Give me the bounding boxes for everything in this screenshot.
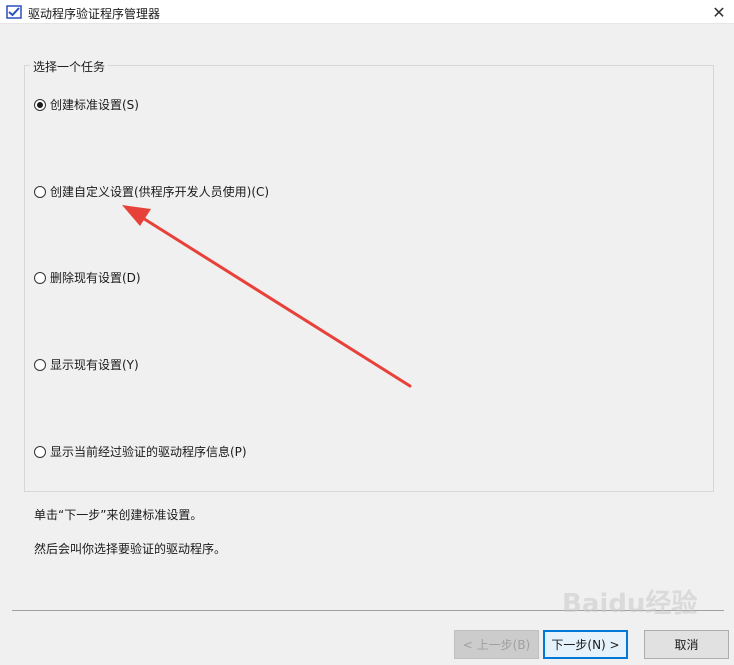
description-line-2: 然后会叫你选择要验证的驱动程序。 [34, 542, 227, 556]
option-create-custom[interactable]: 创建自定义设置(供程序开发人员使用)(C) [34, 183, 269, 200]
close-button[interactable]: ✕ [704, 0, 734, 24]
option-label: 显示当前经过验证的驱动程序信息(P) [50, 445, 247, 459]
window-title: 驱动程序验证程序管理器 [28, 7, 161, 21]
cancel-button[interactable]: 取消 [644, 630, 729, 659]
back-button[interactable]: < 上一步(B) [454, 630, 539, 659]
option-delete-existing[interactable]: 删除现有设置(D) [34, 269, 141, 286]
radio-button[interactable] [34, 271, 46, 284]
description-line-1: 单击“下一步”来创建标准设置。 [34, 508, 203, 522]
title-bar: 驱动程序验证程序管理器 ✕ [0, 0, 734, 24]
close-icon: ✕ [712, 2, 726, 22]
option-display-existing[interactable]: 显示现有设置(Y) [34, 356, 139, 373]
option-label: 创建自定义设置(供程序开发人员使用)(C) [50, 185, 270, 199]
option-label: 创建标准设置(S) [50, 98, 139, 112]
baidu-watermark: Baidu经验 [562, 589, 698, 619]
option-create-standard[interactable]: 创建标准设置(S) [34, 96, 139, 113]
option-label: 显示现有设置(Y) [50, 358, 139, 372]
radio-button[interactable] [34, 185, 46, 198]
radio-button-selected[interactable] [34, 98, 46, 111]
option-display-verified-drivers[interactable]: 显示当前经过验证的驱动程序信息(P) [34, 443, 247, 460]
verifier-checkmark-icon [6, 5, 22, 19]
radio-button[interactable] [34, 358, 46, 371]
groupbox-legend: 选择一个任务 [30, 58, 109, 75]
option-label: 删除现有设置(D) [50, 271, 141, 285]
radio-button[interactable] [34, 445, 46, 458]
next-button[interactable]: 下一步(N) > [543, 630, 628, 659]
